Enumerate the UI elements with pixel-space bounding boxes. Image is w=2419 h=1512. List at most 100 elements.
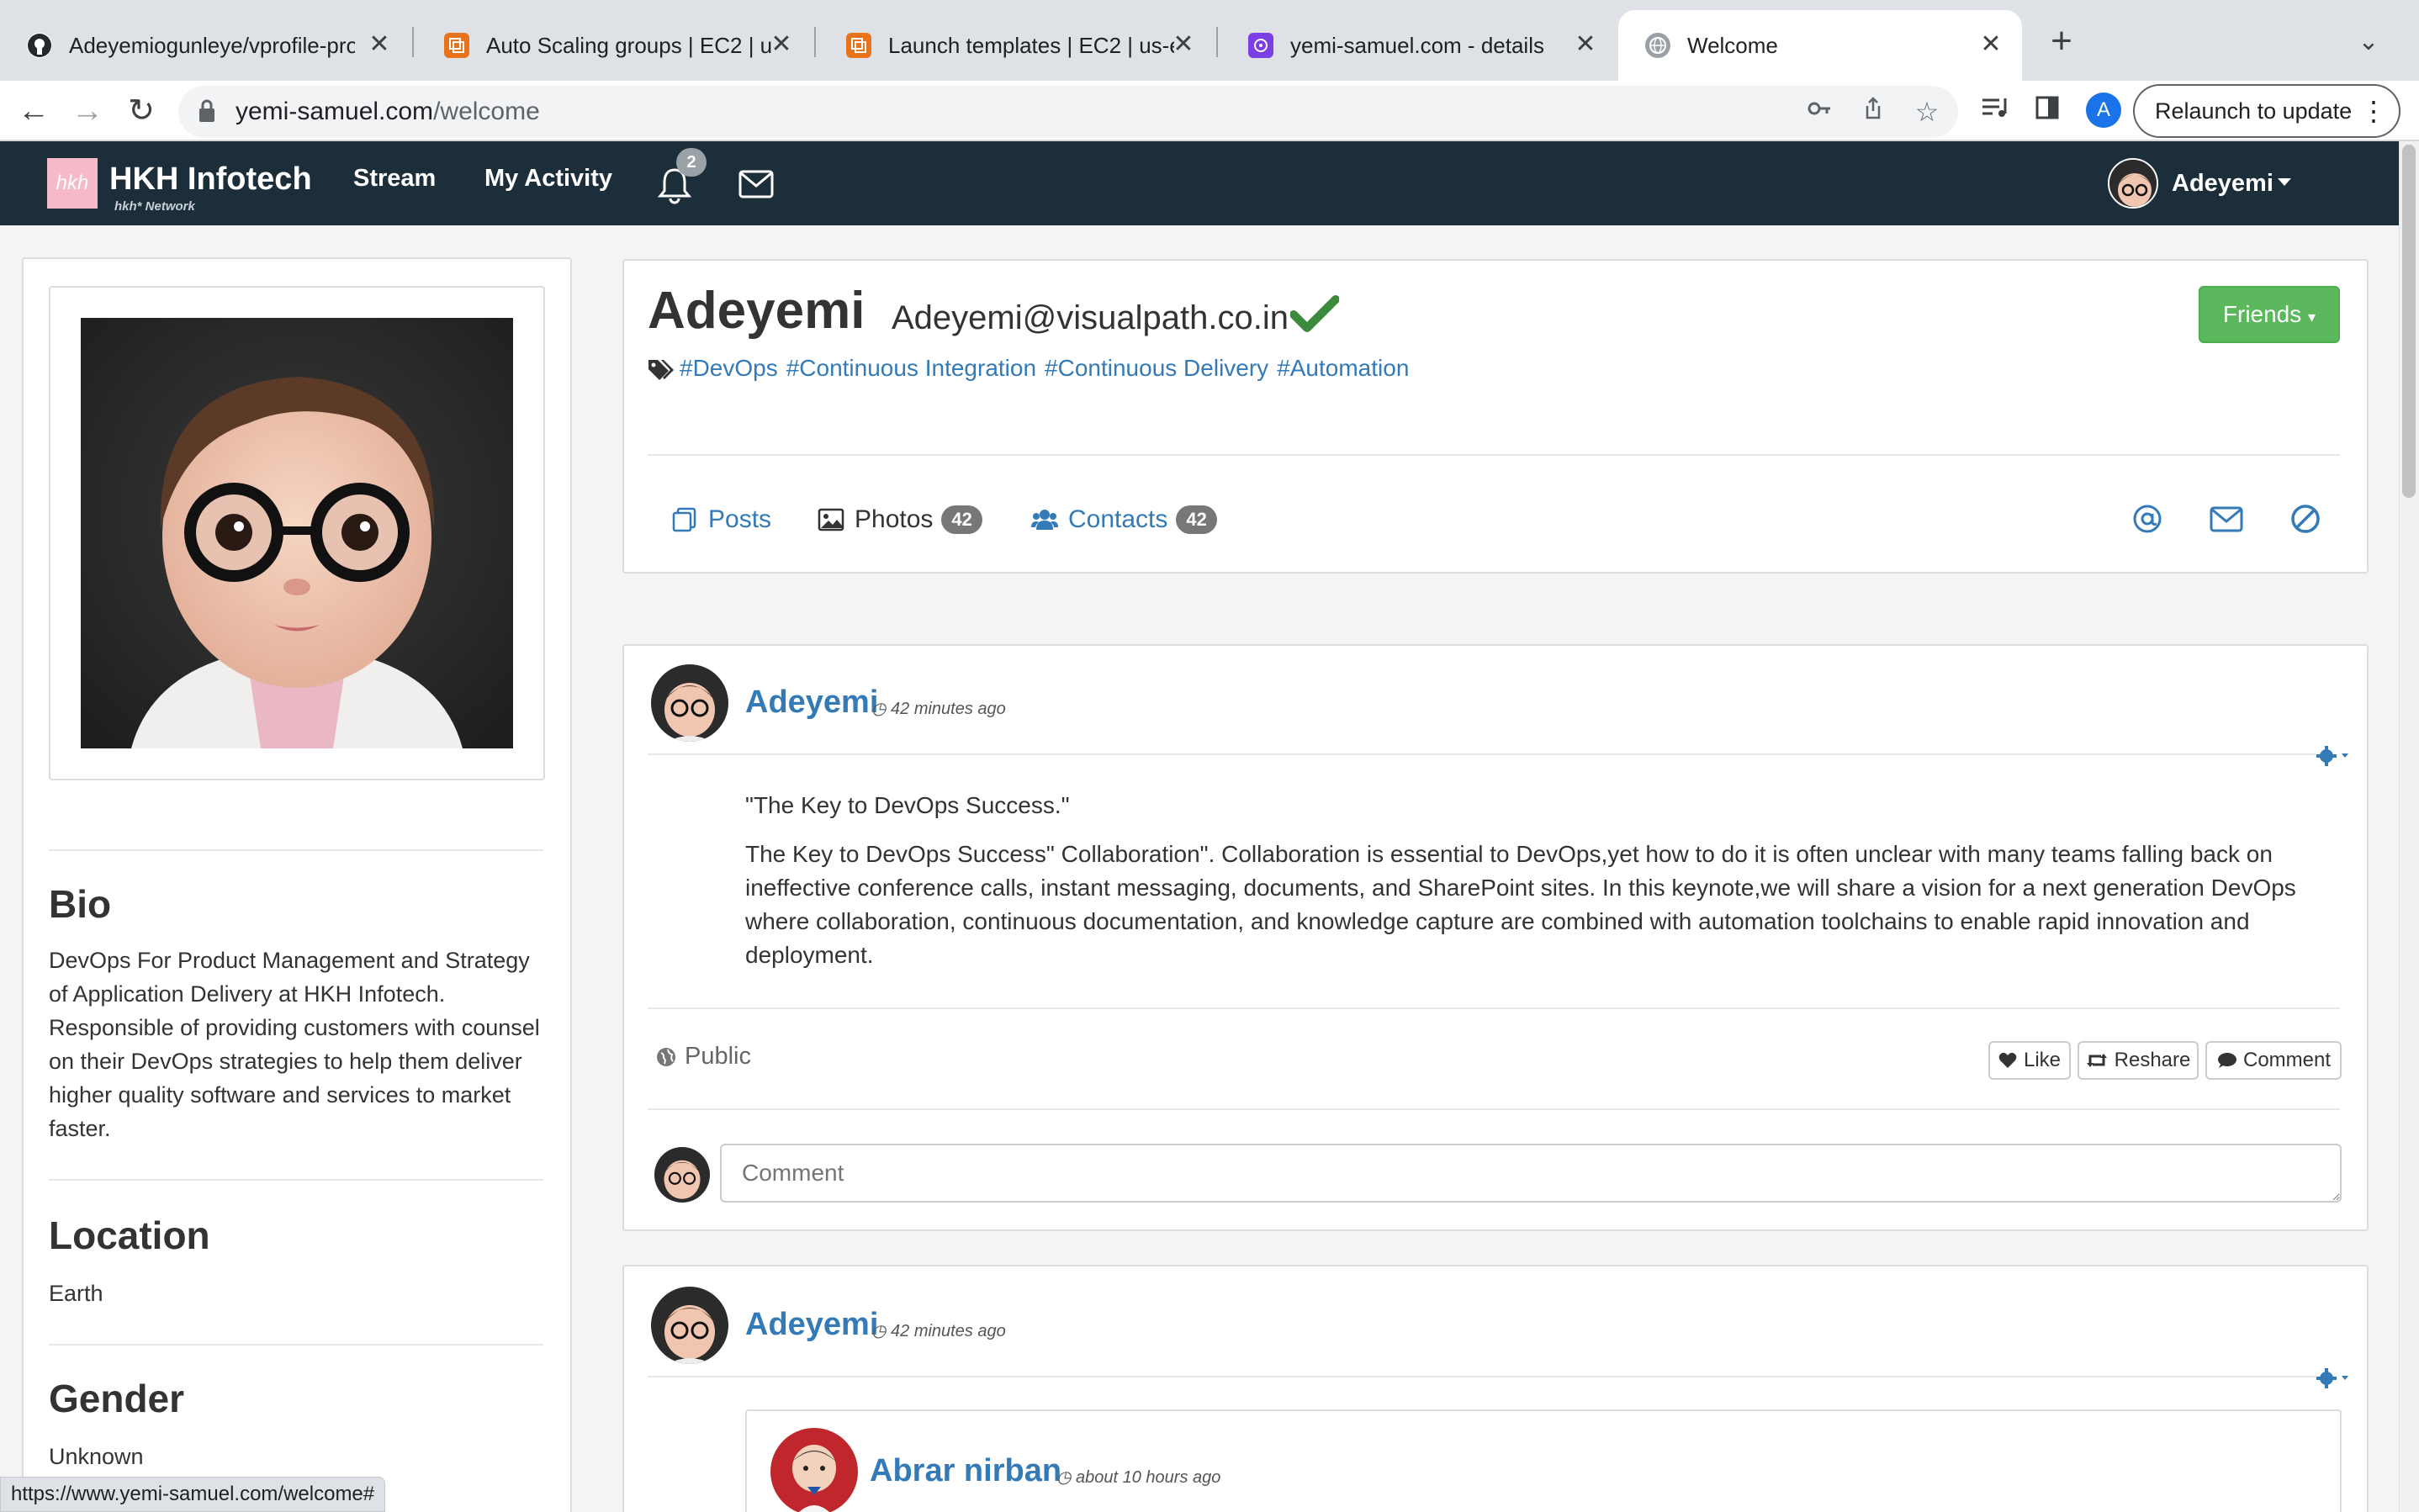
lock-icon[interactable]	[198, 98, 215, 124]
divider	[648, 753, 2316, 755]
divider	[648, 454, 2340, 456]
nav-stream-link[interactable]: Stream	[353, 165, 436, 193]
tab-title: yemi-samuel.com - details	[1290, 32, 1544, 58]
tab-search-chevron-icon[interactable]: ⌄	[2350, 24, 2387, 61]
comment-label: Comment	[2242, 1049, 2332, 1071]
nav-my-activity-link[interactable]: My Activity	[484, 165, 612, 193]
aws-icon	[846, 33, 871, 58]
gear-icon[interactable]	[2316, 1367, 2355, 1389]
post-body: The Key to DevOps Success" Collaboration…	[745, 841, 2296, 968]
post-author-avatar[interactable]	[651, 664, 728, 742]
kebab-menu-icon[interactable]: ⋮	[2360, 86, 2387, 136]
url-host: yemi-samuel.com	[236, 98, 434, 125]
reshared-timestamp[interactable]: ◷ about 10 hours ago	[1056, 1467, 1220, 1488]
browser-profile-avatar[interactable]: A	[2086, 93, 2121, 128]
friends-label: Friends	[2222, 301, 2302, 327]
gender-heading: Gender	[49, 1377, 185, 1420]
divider	[648, 1376, 2316, 1377]
browser-tab[interactable]: Auto Scaling groups | EC2 | us ✕	[417, 10, 813, 81]
post-time-text: 42 minutes ago	[891, 1322, 1006, 1340]
tab-title: Welcome	[1687, 32, 1778, 58]
post-title: "The Key to DevOps Success."	[745, 792, 1070, 818]
block-user-icon[interactable]	[2284, 498, 2326, 540]
notification-count-badge: 2	[676, 148, 707, 177]
tab-posts[interactable]: Posts	[671, 501, 771, 538]
tab-contacts-label: Contacts	[1068, 505, 1168, 533]
comment-input[interactable]	[720, 1144, 2342, 1203]
route53-icon	[1248, 33, 1273, 58]
reshared-author-avatar[interactable]	[770, 1428, 858, 1512]
reshared-author-name[interactable]: Abrar nirban	[870, 1453, 1061, 1489]
clock-icon: ◷	[871, 700, 887, 718]
tag-link[interactable]: #Continuous Integration	[786, 355, 1036, 381]
tab-posts-label: Posts	[708, 505, 772, 533]
post-timestamp[interactable]: ◷ 42 minutes ago	[871, 698, 1006, 719]
contacts-count-badge: 42	[1176, 505, 1217, 534]
browser-tab[interactable]: yemi-samuel.com - details ✕	[1221, 10, 1617, 81]
divider	[49, 849, 543, 851]
divider	[49, 1344, 543, 1345]
friends-dropdown-button[interactable]: Friends ▾	[2199, 286, 2340, 343]
gear-icon[interactable]	[2316, 745, 2355, 767]
bookmark-star-icon[interactable]: ☆	[1906, 91, 1948, 133]
relaunch-update-button[interactable]: Relaunch to update ⋮	[2133, 84, 2400, 138]
heart-icon	[1998, 1052, 2017, 1068]
tag-link[interactable]: #DevOps	[680, 355, 778, 381]
close-tab-icon[interactable]: ✕	[1573, 32, 1598, 57]
envelope-icon[interactable]	[738, 170, 774, 198]
tags-icon	[648, 360, 674, 380]
browser-tab[interactable]: Adeyemiogunleye/vprofile-pro ✕	[0, 10, 410, 81]
caret-down-icon[interactable]	[2278, 178, 2291, 186]
relaunch-label: Relaunch to update	[2155, 98, 2353, 124]
tab-photos[interactable]: Photos 42	[818, 501, 982, 538]
tag-link[interactable]: #Continuous Delivery	[1045, 355, 1268, 381]
url-path: /welcome	[433, 98, 540, 125]
bio-heading: Bio	[49, 882, 112, 926]
media-queue-icon[interactable]	[1972, 87, 2019, 135]
message-envelope-icon[interactable]	[2205, 498, 2247, 540]
divider	[648, 1007, 2340, 1009]
post-author-avatar[interactable]	[651, 1287, 728, 1364]
at-mention-icon[interactable]	[2126, 498, 2168, 540]
reshare-button[interactable]: Reshare	[2078, 1041, 2199, 1080]
profile-name: Adeyemi	[648, 282, 865, 340]
browser-tab[interactable]: Launch templates | EC2 | us-e ✕	[819, 10, 1215, 81]
scrollbar-thumb[interactable]	[2402, 145, 2416, 498]
tab-contacts[interactable]: Contacts 42	[1031, 501, 1217, 538]
site-logo[interactable]: hkh	[47, 158, 98, 209]
tab-title: Auto Scaling groups | EC2 | us	[486, 32, 772, 58]
forward-arrow-icon[interactable]: →	[64, 87, 111, 135]
profile-tags: #DevOps #Continuous Integration #Continuou…	[680, 355, 1417, 382]
back-arrow-icon[interactable]: ←	[10, 87, 57, 135]
user-avatar[interactable]	[2108, 158, 2158, 209]
users-icon	[1031, 510, 1058, 530]
brand-subtitle: hkh* Network	[114, 199, 195, 214]
reload-icon[interactable]: ↻	[118, 87, 165, 135]
caret-down-icon: ▾	[2308, 309, 2316, 325]
url-text[interactable]: yemi-samuel.com/welcome	[236, 87, 540, 136]
bio-text: DevOps For Product Management and Strate…	[49, 948, 540, 1141]
comment-button[interactable]: Comment	[2205, 1041, 2342, 1080]
side-panel-icon[interactable]	[2024, 87, 2071, 135]
share-icon[interactable]	[1852, 91, 1894, 133]
brand-name[interactable]: HKH Infotech	[109, 161, 312, 198]
divider	[648, 1108, 2340, 1110]
profile-photo[interactable]	[81, 318, 513, 748]
close-tab-icon[interactable]: ✕	[1171, 32, 1196, 57]
key-icon[interactable]	[1798, 91, 1840, 133]
like-label: Like	[2023, 1049, 2062, 1071]
post-timestamp[interactable]: ◷ 42 minutes ago	[871, 1320, 1006, 1341]
clock-icon: ◷	[871, 1322, 887, 1340]
like-button[interactable]: Like	[1988, 1041, 2071, 1080]
new-tab-icon[interactable]: +	[2041, 20, 2083, 62]
close-tab-icon[interactable]: ✕	[367, 32, 392, 57]
post-author-name[interactable]: Adeyemi	[745, 685, 878, 721]
browser-tab-active[interactable]: Welcome ✕	[1618, 10, 2022, 81]
close-tab-icon[interactable]: ✕	[769, 32, 794, 57]
tab-title: Adeyemiogunleye/vprofile-pro	[69, 32, 355, 58]
post-author-name[interactable]: Adeyemi	[745, 1307, 878, 1343]
tag-link[interactable]: #Automation	[1277, 355, 1409, 381]
user-menu-name[interactable]: Adeyemi	[2172, 170, 2273, 198]
close-tab-icon[interactable]: ✕	[1978, 32, 2003, 57]
aws-icon	[444, 33, 469, 58]
